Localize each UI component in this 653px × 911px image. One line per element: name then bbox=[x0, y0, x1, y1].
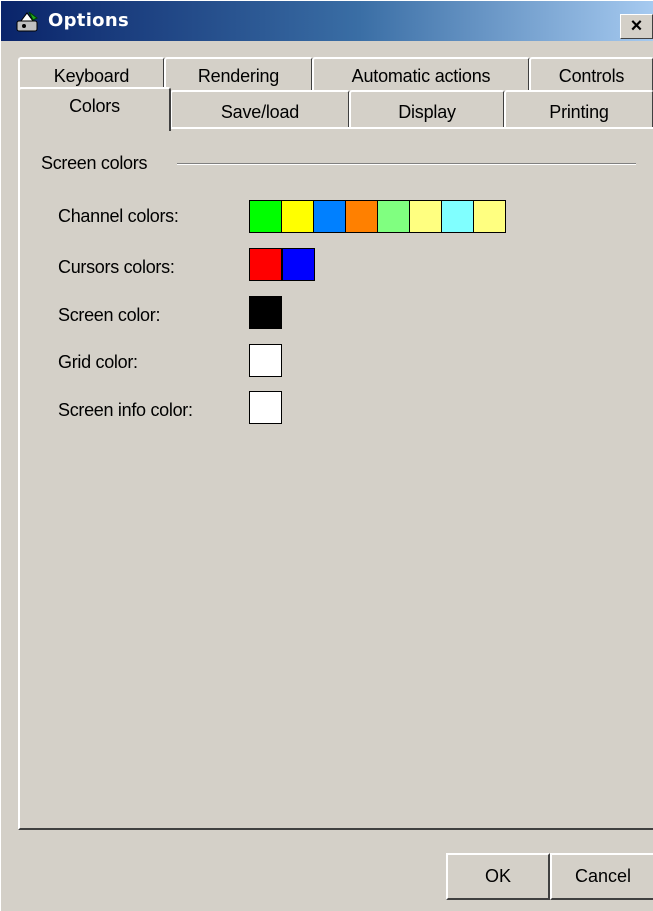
tab-label: Printing bbox=[549, 102, 609, 122]
screen-color-swatch[interactable] bbox=[249, 296, 282, 329]
tab-label: Rendering bbox=[197, 66, 280, 86]
tab-label: Save/load bbox=[220, 102, 300, 122]
grid-color-swatch[interactable] bbox=[249, 344, 282, 377]
options-window: Options × Keyboard Rendering Automatic a… bbox=[0, 0, 653, 911]
label-cursors-colors: Cursors colors: bbox=[58, 257, 175, 277]
tab-label: Keyboard bbox=[53, 66, 130, 86]
close-icon: × bbox=[630, 15, 643, 37]
tab-printing[interactable]: Printing bbox=[504, 90, 653, 129]
tab-label: Colors bbox=[69, 96, 120, 116]
cursor-color-swatch[interactable] bbox=[282, 248, 315, 281]
label-screen-info-color: Screen info color: bbox=[58, 400, 193, 420]
screen-info-color-swatch[interactable] bbox=[249, 391, 282, 424]
channel-color-swatch[interactable] bbox=[281, 200, 314, 233]
ok-button-label: OK bbox=[484, 866, 511, 886]
channel-color-swatch[interactable] bbox=[377, 200, 410, 233]
group-divider bbox=[177, 163, 636, 165]
close-button[interactable]: × bbox=[620, 14, 653, 39]
channel-color-swatch[interactable] bbox=[441, 200, 474, 233]
cancel-button[interactable]: Cancel bbox=[550, 853, 653, 900]
tab-label: Controls bbox=[558, 66, 625, 86]
tab-label: Display bbox=[398, 102, 456, 122]
title-bar[interactable]: Options × bbox=[1, 1, 653, 41]
group-label-screen-colors: Screen colors bbox=[41, 153, 148, 173]
tab-save-load[interactable]: Save/load bbox=[170, 90, 350, 129]
label-screen-color: Screen color: bbox=[58, 305, 161, 325]
label-grid-color: Grid color: bbox=[58, 352, 138, 372]
channel-color-swatch[interactable] bbox=[409, 200, 442, 233]
tab-display[interactable]: Display bbox=[349, 90, 505, 129]
channel-color-swatch[interactable] bbox=[473, 200, 506, 233]
tab-keyboard[interactable]: Keyboard bbox=[18, 57, 165, 91]
tab-controls[interactable]: Controls bbox=[529, 57, 653, 91]
ok-button[interactable]: OK bbox=[446, 853, 550, 900]
channel-color-swatch[interactable] bbox=[313, 200, 346, 233]
tab-colors[interactable]: Colors bbox=[18, 87, 171, 131]
options-app-icon bbox=[16, 11, 38, 32]
cursor-color-swatch[interactable] bbox=[249, 248, 282, 281]
window-title: Options bbox=[48, 10, 129, 31]
label-channel-colors: Channel colors: bbox=[58, 206, 179, 226]
tab-automatic-actions[interactable]: Automatic actions bbox=[312, 57, 530, 91]
tab-label: Automatic actions bbox=[351, 66, 491, 86]
cancel-button-label: Cancel bbox=[574, 866, 632, 886]
tab-rendering[interactable]: Rendering bbox=[164, 57, 313, 91]
channel-color-swatch[interactable] bbox=[249, 200, 282, 233]
channel-color-swatch[interactable] bbox=[345, 200, 378, 233]
